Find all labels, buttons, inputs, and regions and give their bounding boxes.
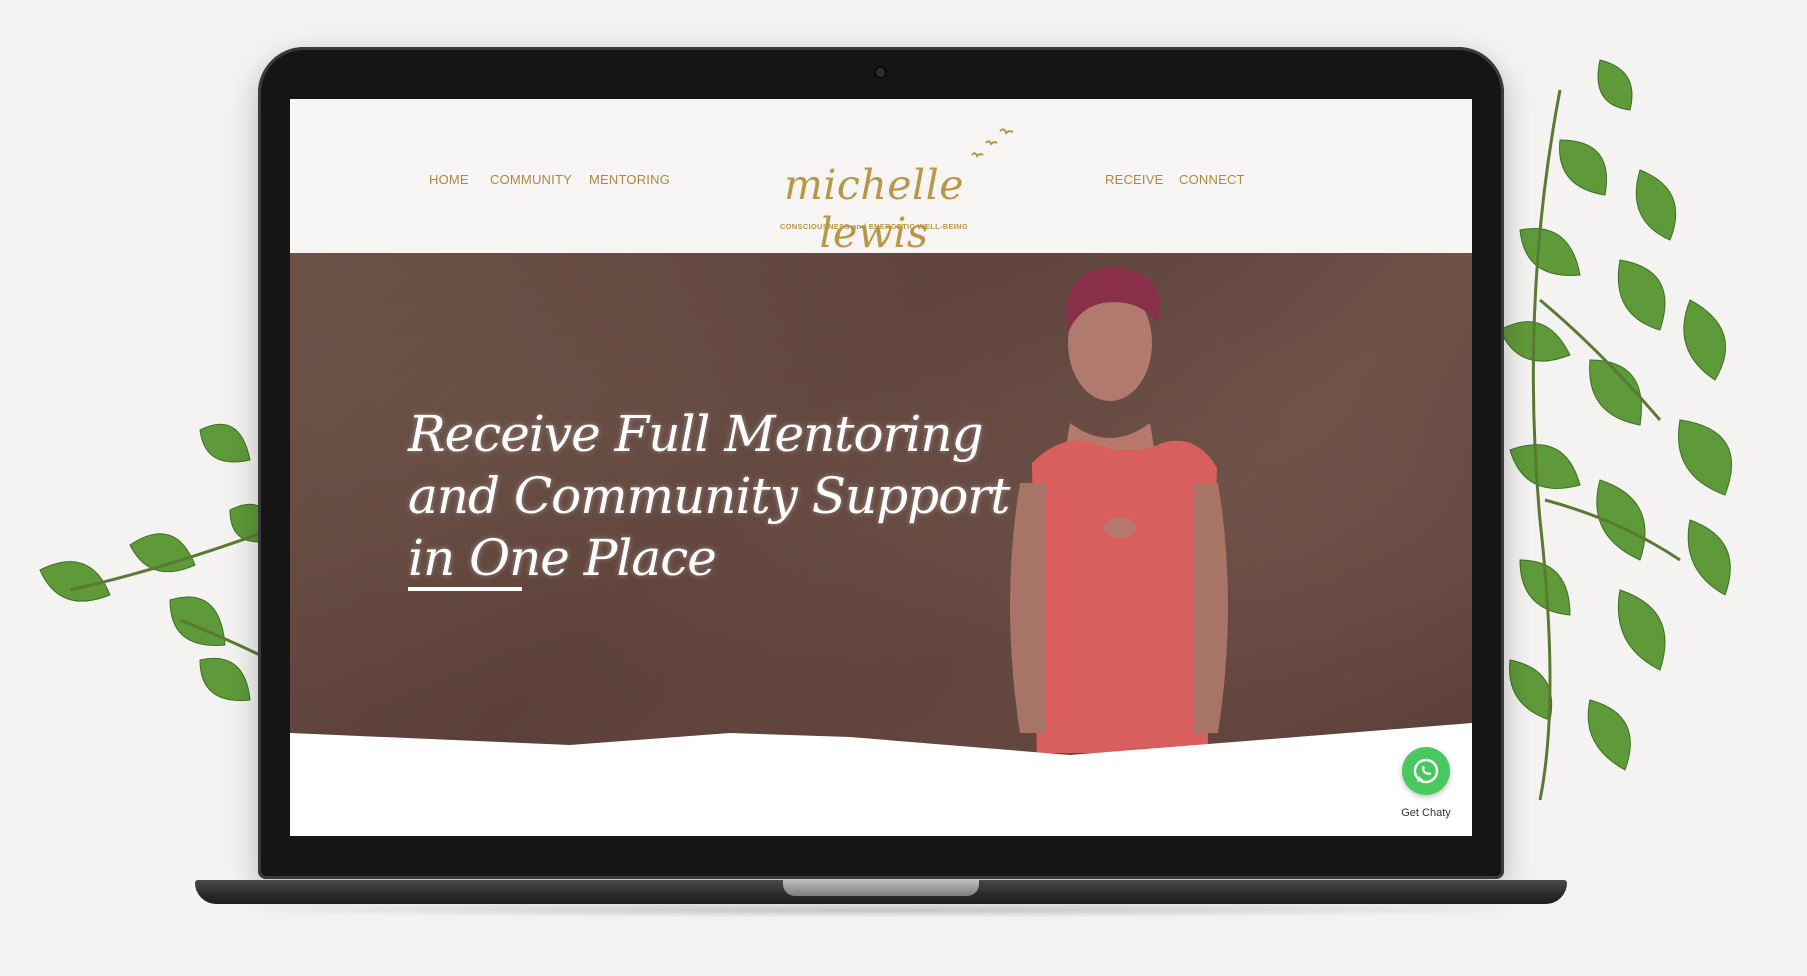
whatsapp-icon bbox=[1413, 758, 1439, 784]
laptop-notch bbox=[783, 880, 979, 896]
laptop-mockup: HOME COMMUNITY MENTORING michelle lewis … bbox=[0, 0, 1807, 976]
site-header: HOME COMMUNITY MENTORING michelle lewis … bbox=[290, 99, 1472, 257]
logo-name: michelle lewis bbox=[783, 161, 965, 257]
logo-tagline: CONSCIOUSNESS and ENERGETIC WELL-BEING bbox=[779, 222, 969, 231]
whatsapp-chat-button[interactable] bbox=[1402, 747, 1450, 795]
site-logo[interactable]: michelle lewis CONSCIOUSNESS and ENERGET… bbox=[744, 121, 1034, 257]
hero-divider bbox=[408, 587, 522, 591]
nav-receive[interactable]: RECEIVE bbox=[1105, 172, 1163, 187]
website-screen: HOME COMMUNITY MENTORING michelle lewis … bbox=[290, 99, 1472, 836]
hero-section: Receive Full Mentoring and Community Sup… bbox=[290, 253, 1472, 763]
hero-wave-divider bbox=[290, 723, 1472, 763]
birds-icon bbox=[971, 128, 1014, 158]
nav-community[interactable]: COMMUNITY bbox=[490, 172, 572, 187]
chat-label: Get Chaty bbox=[1401, 807, 1451, 819]
laptop-shadow bbox=[230, 902, 1530, 918]
camera-icon bbox=[876, 68, 885, 77]
hero-title: Receive Full Mentoring and Community Sup… bbox=[408, 405, 1010, 587]
nav-connect[interactable]: CONNECT bbox=[1179, 172, 1245, 187]
nav-mentoring[interactable]: MENTORING bbox=[589, 172, 670, 187]
nav-home[interactable]: HOME bbox=[429, 172, 469, 187]
